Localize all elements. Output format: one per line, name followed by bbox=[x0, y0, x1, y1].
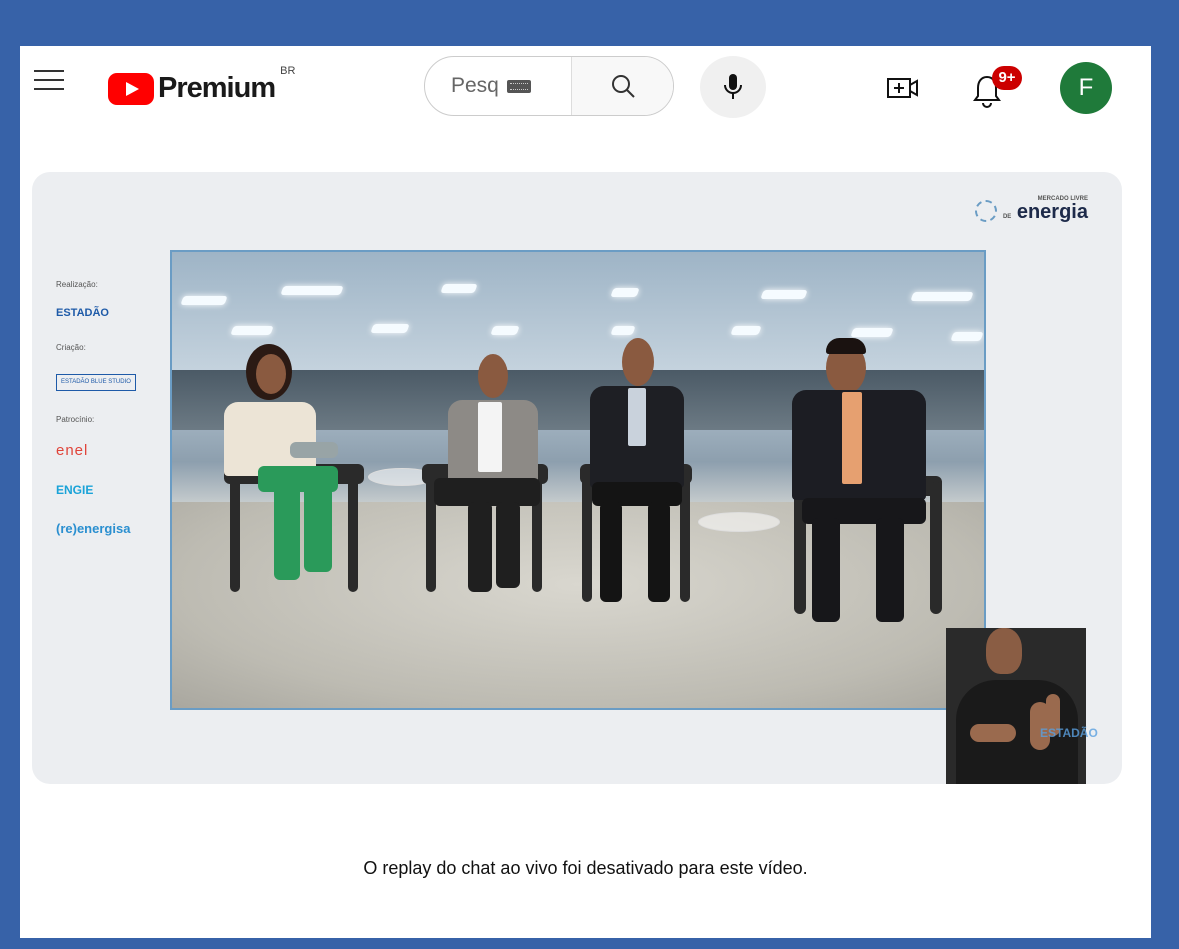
patrocinio-label: Patrocínio: bbox=[56, 415, 95, 424]
search-box: Pesq bbox=[424, 56, 674, 116]
event-logo-word: energia bbox=[1016, 201, 1088, 223]
event-logo-de: DE bbox=[1002, 214, 1012, 220]
event-logo-icon bbox=[974, 200, 997, 222]
engie-logo: ENGIE bbox=[56, 483, 94, 497]
search-icon bbox=[611, 75, 635, 98]
chat-replay-disabled-message: O replay do chat ao vivo foi desativado … bbox=[363, 858, 808, 878]
logo-text: Premium bbox=[158, 72, 276, 104]
voice-search-button[interactable] bbox=[700, 56, 766, 118]
create-video-icon bbox=[887, 78, 918, 98]
create-button[interactable] bbox=[886, 76, 920, 102]
realizacao-label: Realização: bbox=[56, 280, 98, 289]
youtube-premium-logo[interactable]: Premium BR bbox=[108, 65, 295, 105]
notification-badge: 9+ bbox=[992, 66, 1022, 90]
youtube-app: Premium BR Pesq 9+ F MERCADO LIVRE DE en… bbox=[20, 46, 1151, 938]
event-logo-big: DE energia bbox=[1003, 202, 1088, 227]
enel-logo: enel bbox=[56, 442, 89, 459]
sponsors-panel: Realização: ESTADÃO Criação: ESTADÃO BLU… bbox=[56, 280, 166, 560]
video-player[interactable]: MERCADO LIVRE DE energia Realização: EST… bbox=[32, 172, 1122, 784]
video-scene bbox=[170, 250, 986, 710]
blue-studio-logo: ESTADÃO BLUE STUDIO bbox=[56, 374, 136, 391]
criacao-label: Criação: bbox=[56, 343, 86, 352]
search-button[interactable] bbox=[571, 57, 673, 115]
microphone-icon bbox=[724, 74, 742, 99]
estadao-logo: ESTADÃO bbox=[56, 307, 109, 319]
notifications-button[interactable]: 9+ bbox=[972, 66, 1022, 108]
menu-icon[interactable] bbox=[34, 70, 64, 94]
avatar[interactable]: F bbox=[1060, 62, 1112, 114]
sign-language-interpreter bbox=[946, 628, 1086, 784]
energisa-logo: (re)energisa bbox=[56, 521, 131, 536]
youtube-logo-icon bbox=[108, 73, 154, 105]
search-input[interactable]: Pesq bbox=[425, 57, 571, 115]
search-placeholder: Pesq bbox=[451, 74, 499, 97]
event-logo: MERCADO LIVRE DE energia bbox=[974, 196, 1088, 227]
keyboard-icon[interactable] bbox=[506, 79, 531, 93]
logo-region: BR bbox=[280, 65, 296, 77]
estadao-watermark: ESTADÃO bbox=[1040, 726, 1098, 740]
